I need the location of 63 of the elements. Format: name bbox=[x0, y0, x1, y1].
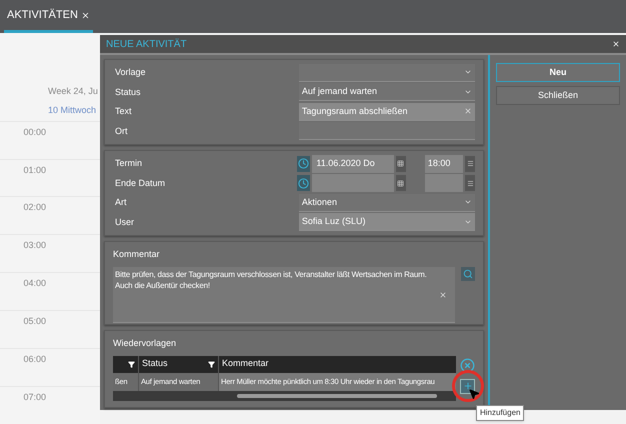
field-label: Ort bbox=[114, 124, 128, 138]
clock-button[interactable] bbox=[297, 175, 310, 192]
time-label: 04:00 bbox=[22, 277, 46, 290]
menu-icon bbox=[466, 180, 474, 187]
tooltip: Hinzufügen bbox=[476, 405, 524, 421]
dropdown-field[interactable]: Sofia Luz (SLU) bbox=[298, 213, 475, 232]
dropdown-value: Sofia Luz (SLU) bbox=[302, 215, 366, 228]
dialog-button[interactable]: Neu bbox=[496, 63, 620, 82]
clear-icon[interactable] bbox=[439, 290, 448, 298]
plus-icon bbox=[462, 381, 472, 391]
remove-icon[interactable] bbox=[460, 358, 475, 372]
cursor-icon bbox=[468, 388, 480, 400]
date-field[interactable] bbox=[312, 174, 394, 192]
input-field[interactable] bbox=[298, 122, 475, 140]
time-label: 05:00 bbox=[22, 315, 46, 328]
clock-icon bbox=[298, 158, 310, 170]
dialog-button[interactable]: Schließen bbox=[496, 86, 620, 105]
comment-field[interactable]: Bitte prüfen, dass der Tagungsraum verschlossen ist, Veranstalter läßt Wertsachen im Raum. Auch die Außentür checken! bbox=[113, 266, 456, 322]
search-button[interactable] bbox=[461, 266, 475, 280]
day-label: 10 Mittwoch bbox=[48, 104, 98, 116]
time-field[interactable] bbox=[424, 174, 464, 192]
grid-icon bbox=[397, 180, 404, 187]
time-menu-button[interactable] bbox=[465, 175, 475, 192]
time-field[interactable]: 18:00 bbox=[424, 154, 464, 173]
field-label: Status bbox=[114, 86, 142, 98]
grid-icon bbox=[397, 160, 404, 168]
dropdown-value: Aktionen bbox=[302, 196, 337, 208]
dropdown-field[interactable]: Auf jemand warten bbox=[298, 83, 475, 102]
search-icon bbox=[463, 268, 474, 278]
time-label: 00:00 bbox=[22, 126, 46, 139]
time-label: 03:00 bbox=[22, 239, 46, 252]
time-menu-button[interactable] bbox=[465, 156, 475, 172]
date-field[interactable]: 11.06.2020 Do bbox=[312, 154, 394, 173]
field-label: Vorlage bbox=[114, 66, 147, 79]
close-icon[interactable] bbox=[612, 40, 620, 48]
time-label: 06:00 bbox=[22, 353, 46, 366]
time-label: 02:00 bbox=[22, 201, 46, 214]
scrollbar[interactable] bbox=[237, 394, 437, 398]
field-label: Ende Datum bbox=[114, 176, 166, 190]
dialog-title: NEUE AKTIVITÄT bbox=[106, 38, 187, 52]
dropdown-field[interactable] bbox=[298, 64, 475, 82]
clock-icon bbox=[298, 178, 310, 189]
time-label: 07:00 bbox=[22, 391, 46, 404]
week-label: Week 24, Ju bbox=[48, 85, 98, 98]
filter-icon[interactable] bbox=[208, 360, 215, 368]
section-title: Wiedervorlagen bbox=[113, 337, 178, 350]
field-label: User bbox=[114, 216, 136, 228]
add-button[interactable] bbox=[460, 378, 475, 394]
section-title: Kommentar bbox=[113, 248, 161, 261]
close-icon[interactable] bbox=[80, 10, 90, 20]
time-label: 01:00 bbox=[22, 164, 46, 176]
calendar-button[interactable] bbox=[396, 175, 406, 192]
input-field[interactable]: Tagungsraum abschließen bbox=[298, 102, 475, 121]
filter-icon[interactable] bbox=[128, 360, 135, 368]
calendar-button[interactable] bbox=[396, 156, 406, 172]
dropdown-field[interactable]: Aktionen bbox=[298, 194, 475, 212]
field-label: Art bbox=[114, 196, 128, 209]
clock-button[interactable] bbox=[297, 156, 310, 172]
field-label: Termin bbox=[114, 157, 144, 170]
menu-icon bbox=[466, 160, 474, 168]
field-label: Text bbox=[114, 105, 133, 118]
dropdown-value: Auf jemand warten bbox=[302, 85, 377, 98]
clear-icon[interactable] bbox=[464, 107, 472, 116]
